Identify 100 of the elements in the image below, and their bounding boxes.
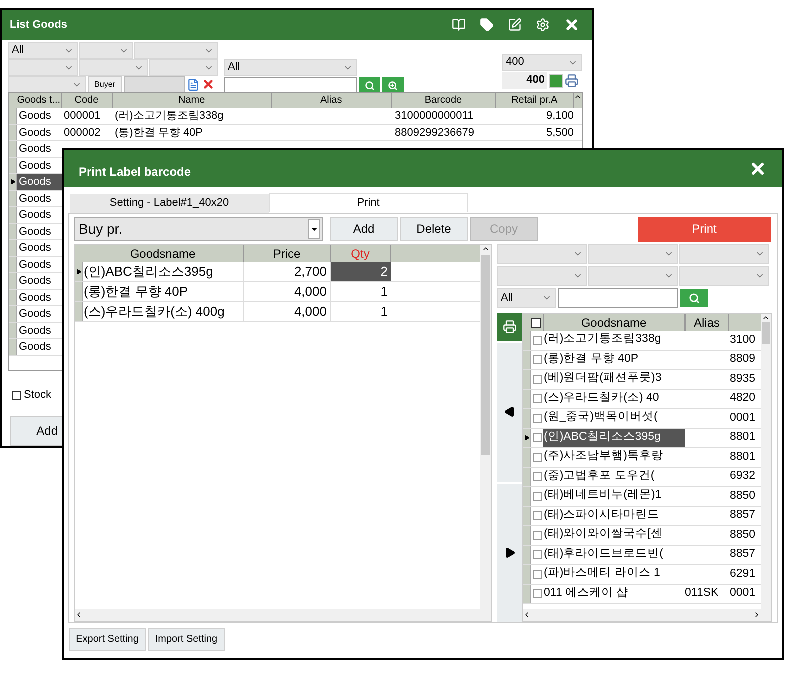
column-header[interactable]: Name bbox=[112, 93, 272, 108]
column-header[interactable]: Retail pr.A bbox=[496, 93, 574, 108]
dialog-title: Print Label barcode bbox=[79, 164, 192, 180]
column-header[interactable]: Barcode bbox=[392, 93, 496, 108]
row-checkbox[interactable] bbox=[532, 530, 542, 540]
select-all-checkbox[interactable] bbox=[531, 318, 541, 328]
dropdown[interactable] bbox=[588, 244, 678, 264]
table-cell-text: 000002 bbox=[63, 126, 102, 140]
dropdown[interactable] bbox=[134, 42, 218, 59]
scroll-right-icon bbox=[753, 611, 761, 619]
row-checkbox[interactable] bbox=[532, 452, 542, 462]
table-cell-text: Goods bbox=[18, 241, 52, 256]
tab[interactable]: Print bbox=[269, 193, 468, 212]
dropdown[interactable] bbox=[8, 59, 78, 76]
delete-icon[interactable] bbox=[202, 78, 215, 91]
spreadsheet-icon[interactable] bbox=[549, 74, 563, 88]
dropdown[interactable]: All bbox=[8, 42, 78, 59]
column-header[interactable]: Alias bbox=[272, 93, 392, 108]
price-type-dropdown[interactable]: Buy pr. bbox=[74, 217, 323, 241]
footer-button[interactable]: Export Setting bbox=[69, 628, 146, 651]
document-icon[interactable] bbox=[187, 78, 200, 92]
dropdown[interactable] bbox=[679, 244, 769, 264]
dropdown[interactable] bbox=[497, 266, 587, 286]
buyer-button[interactable]: Buyer bbox=[88, 76, 122, 93]
close-icon[interactable] bbox=[564, 17, 580, 33]
table-cell-text: 8850 bbox=[729, 528, 757, 543]
row-checkbox[interactable] bbox=[532, 492, 542, 501]
quantity-cell[interactable]: 2 bbox=[331, 262, 391, 281]
search-field[interactable] bbox=[224, 77, 357, 94]
dropdown[interactable] bbox=[497, 244, 587, 264]
tab[interactable]: Setting - Label#1_40x20 bbox=[70, 194, 269, 213]
table-cell-text: Goods bbox=[18, 192, 52, 206]
table-cell: 4,000 bbox=[244, 302, 331, 321]
scroll-up-icon[interactable] bbox=[574, 93, 582, 101]
column-header[interactable]: Goods t... bbox=[16, 93, 62, 108]
table-cell-text: (러)소고기통조림338g bbox=[114, 109, 225, 124]
row-checkbox[interactable] bbox=[532, 511, 542, 520]
edit-icon[interactable] bbox=[508, 18, 522, 32]
stock-label: Stock bbox=[24, 388, 52, 403]
quantity-cell[interactable]: 1 bbox=[331, 282, 391, 301]
horizontal-scrollbar[interactable] bbox=[75, 609, 491, 621]
row-checkbox[interactable] bbox=[532, 550, 542, 560]
table-cell-text: 8850 bbox=[729, 488, 757, 504]
print-button[interactable]: Print bbox=[638, 216, 771, 242]
row-checkbox[interactable] bbox=[532, 570, 542, 579]
add-button[interactable]: Add bbox=[10, 416, 62, 446]
row-selector[interactable] bbox=[75, 262, 83, 281]
dropdown[interactable]: All bbox=[497, 288, 556, 308]
column-header[interactable]: Price bbox=[244, 245, 331, 262]
dropdown[interactable] bbox=[8, 76, 86, 93]
scroll-thumb[interactable] bbox=[481, 255, 490, 455]
table-cell-text: 9,100 bbox=[545, 109, 575, 124]
label-tool-button[interactable] bbox=[497, 313, 522, 341]
quantity-cell[interactable]: 1 bbox=[331, 302, 391, 321]
row-checkbox[interactable] bbox=[532, 394, 542, 404]
search-button[interactable] bbox=[680, 289, 708, 307]
table-cell-text: Goods bbox=[18, 224, 52, 239]
table-cell-text: (주)사조남부햄)톡후랑 bbox=[543, 449, 664, 464]
column-header[interactable]: Code bbox=[62, 93, 113, 108]
table-cell-text: (스)우라드칠카(소) 40 bbox=[543, 390, 660, 406]
table-cell-text: Goods bbox=[18, 324, 52, 338]
table-cell-text: (원_중국)백목이버섯( bbox=[543, 410, 659, 425]
buyer-field[interactable] bbox=[124, 76, 185, 93]
table-cell-text: 8801 bbox=[729, 430, 757, 446]
toolbar-button[interactable]: Add bbox=[330, 217, 398, 241]
dropdown[interactable]: 400 bbox=[502, 54, 582, 71]
row-checkbox[interactable] bbox=[532, 374, 542, 384]
row-checkbox[interactable] bbox=[532, 355, 542, 364]
horizontal-scrollbar[interactable] bbox=[523, 609, 771, 621]
zoom-in-icon bbox=[388, 80, 398, 90]
row-selector[interactable] bbox=[523, 428, 531, 447]
table-cell-text: 0001 bbox=[729, 586, 757, 602]
dropdown[interactable]: All bbox=[224, 59, 357, 76]
stock-checkbox[interactable] bbox=[12, 390, 21, 400]
row-checkbox[interactable] bbox=[532, 589, 542, 598]
table-cell-text: (태)후라이드브로드빈( bbox=[543, 546, 664, 562]
move-right-button[interactable] bbox=[497, 484, 522, 622]
row-checkbox[interactable] bbox=[532, 336, 542, 345]
table-cell-text: (태)와이와이쌀국수[센 bbox=[543, 527, 664, 542]
footer-button[interactable]: Import Setting bbox=[148, 628, 225, 651]
vertical-scrollbar[interactable] bbox=[480, 245, 491, 609]
row-selector[interactable] bbox=[9, 174, 17, 190]
dropdown[interactable] bbox=[79, 42, 133, 59]
tag-icon[interactable] bbox=[480, 18, 494, 32]
printer-icon[interactable] bbox=[565, 74, 579, 88]
column-header[interactable]: Goodsname bbox=[543, 314, 685, 331]
search-field[interactable] bbox=[558, 288, 678, 308]
row-checkbox[interactable] bbox=[532, 414, 542, 423]
table-cell: (인)ABC칠리소스395g bbox=[83, 262, 244, 281]
row-checkbox[interactable] bbox=[532, 472, 542, 482]
column-header[interactable]: Goodsname bbox=[83, 245, 244, 262]
dropdown[interactable] bbox=[79, 59, 148, 76]
toolbar-button[interactable]: Delete bbox=[400, 217, 468, 241]
vertical-scrollbar[interactable] bbox=[761, 314, 771, 609]
book-icon[interactable] bbox=[452, 18, 466, 32]
scroll-thumb[interactable] bbox=[762, 322, 770, 344]
count-field[interactable]: 400 bbox=[502, 72, 547, 89]
settings-icon[interactable] bbox=[536, 18, 550, 32]
row-checkbox[interactable] bbox=[532, 433, 542, 442]
table-cell-text: Goods bbox=[18, 158, 52, 173]
